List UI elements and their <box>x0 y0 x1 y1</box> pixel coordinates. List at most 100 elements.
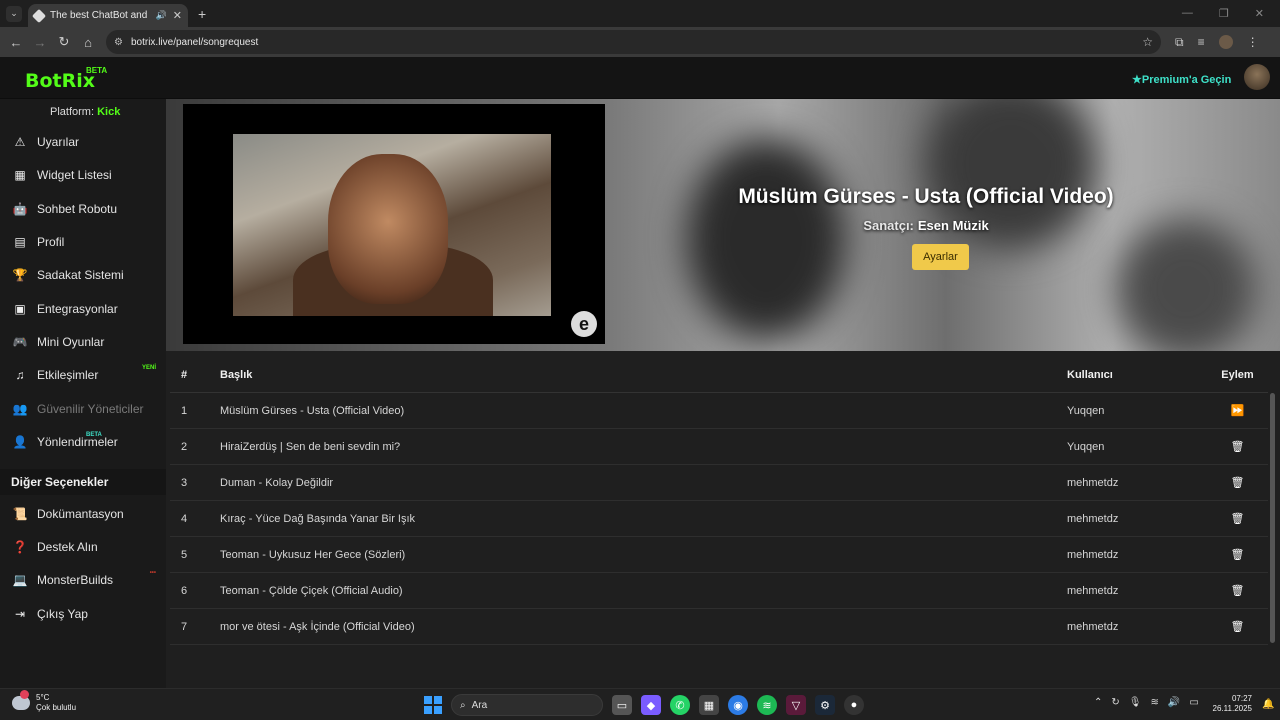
browser-menu-icon[interactable]: ⋮ <box>1247 35 1259 49</box>
windows-start-icon[interactable] <box>424 696 442 714</box>
speaker-icon[interactable]: 🔊 <box>156 10 167 21</box>
main-content: e Müslüm Gürses - Usta (Official Video) … <box>166 99 1280 688</box>
sidebar-item-support[interactable]: ❓ Destek Alın <box>0 533 166 561</box>
table-row: 3 Duman - Kolay Değildir mehmetdz 🗑 <box>170 465 1268 501</box>
store-icon[interactable]: ▦ <box>699 695 719 715</box>
sidebar-item-loyalty[interactable]: 🏆 Sadakat Sistemi <box>0 261 166 289</box>
row-user: mehmetdz <box>1067 476 1119 489</box>
robot-icon: 🤖 <box>12 202 28 216</box>
star-icon: ★ <box>1132 74 1142 86</box>
video-player[interactable]: e <box>183 104 605 344</box>
table-header: # Başlık Kullanıcı Eylem <box>170 358 1268 393</box>
microphone-icon[interactable]: 🎙 <box>1129 697 1142 708</box>
chrome-icon[interactable]: ◉ <box>728 695 748 715</box>
row-user: mehmetdz <box>1067 620 1119 633</box>
address-bar[interactable]: ⚙ botrix.live/panel/songrequest ☆ <box>106 30 1161 54</box>
sidebar-item-label: Dokümantasyon <box>37 507 124 521</box>
sidebar-item-logout[interactable]: ⇥ Çıkış Yap <box>0 600 166 628</box>
users-icon: 👥 <box>12 402 28 416</box>
trash-icon[interactable]: 🗑 <box>1231 549 1245 561</box>
extensions-icon[interactable]: ⧉ <box>1175 35 1184 50</box>
sidebar-item-interactions[interactable]: ♫ Etkileşimler YENİ <box>0 361 166 389</box>
sidebar-item-chatbot[interactable]: 🤖 Sohbet Robotu <box>0 195 166 223</box>
discord-icon[interactable]: ● <box>844 695 864 715</box>
user-group-icon: 👤 <box>12 435 28 449</box>
site-favicon-icon <box>31 8 47 23</box>
row-num: 5 <box>181 548 188 561</box>
scroll-icon: 📜 <box>12 507 28 521</box>
restore-icon[interactable]: ❐ <box>1219 7 1229 20</box>
trash-icon[interactable]: 🗑 <box>1231 513 1245 525</box>
sidebar-item-widgets[interactable]: ▦ Widget Listesi <box>0 161 166 189</box>
row-title: Duman - Kolay Değildir <box>220 476 334 489</box>
media-controls-icon[interactable]: ≡ <box>1198 35 1205 49</box>
tab-search-button[interactable]: ⌄ <box>6 5 22 22</box>
sidebar-item-label: Mini Oyunlar <box>37 335 105 349</box>
task-view-icon[interactable]: ▭ <box>612 695 632 715</box>
sidebar-item-redirects[interactable]: 👤 Yönlendirmeler BETA <box>0 428 166 456</box>
row-user: Yuqqen <box>1067 404 1105 417</box>
steam-icon[interactable]: ⚙ <box>815 695 835 715</box>
sidebar-item-minigames[interactable]: 🎮 Mini Oyunlar <box>0 328 166 356</box>
row-user: mehmetdz <box>1067 548 1119 561</box>
botrix-logo[interactable]: BotRix <box>25 70 95 92</box>
whatsapp-icon[interactable]: ✆ <box>670 695 690 715</box>
os-taskbar: 5°C Çok bulutlu ⌕ Ara ▭ ◆ ✆ ▦ ◉ ≋ ▽ ⚙ ● ⌃ … <box>0 688 1280 720</box>
col-header-num: # <box>181 369 188 381</box>
sidebar-item-label: Uyarılar <box>37 135 80 149</box>
taskbar-search[interactable]: ⌕ Ara <box>451 694 603 716</box>
browser-tab-active[interactable]: The best ChatBot and Widg 🔊 ✕ <box>28 4 188 27</box>
trash-icon[interactable]: 🗑 <box>1231 585 1245 597</box>
sidebar-item-label: Güvenilir Yöneticiler <box>37 402 144 416</box>
table-row: 1 Müslüm Gürses - Usta (Official Video) … <box>170 393 1268 429</box>
taskbar-clock[interactable]: 07:27 26.11.2025 <box>1212 694 1252 714</box>
copilot-icon[interactable]: ◆ <box>641 695 661 715</box>
table-row: 2 HiraiZerdüş | Sen de beni sevdin mi? Y… <box>170 429 1268 465</box>
weather-widget[interactable]: 5°C Çok bulutlu <box>12 690 76 713</box>
gamepad-icon: 🎮 <box>12 335 28 349</box>
code-editor-icon[interactable]: ▽ <box>786 695 806 715</box>
profile-avatar[interactable] <box>1218 35 1233 49</box>
trash-icon[interactable]: 🗑 <box>1231 621 1245 633</box>
row-title: Müslüm Gürses - Usta (Official Video) <box>220 404 405 417</box>
channel-watermark-icon: e <box>571 311 597 337</box>
close-tab-icon[interactable]: ✕ <box>173 9 182 22</box>
back-icon[interactable]: ← <box>4 35 28 50</box>
trash-icon[interactable]: 🗑 <box>1231 441 1245 453</box>
id-card-icon: ▤ <box>14 235 26 249</box>
user-avatar[interactable] <box>1244 64 1270 90</box>
wifi-icon[interactable]: ≋ <box>1150 697 1158 708</box>
row-num: 4 <box>181 512 188 525</box>
premium-link[interactable]: ★Premium'a Geçin <box>1132 73 1231 86</box>
minimize-icon[interactable]: — <box>1182 7 1193 20</box>
close-window-icon[interactable]: ✕ <box>1255 7 1264 20</box>
new-tab-button[interactable]: + <box>198 6 206 22</box>
table-scrollbar[interactable] <box>1270 393 1275 643</box>
chevron-up-icon[interactable]: ⌃ <box>1094 697 1102 708</box>
sidebar-item-alerts[interactable]: ⚠ Uyarılar <box>0 128 166 156</box>
artist-value: Esen Müzik <box>917 218 989 233</box>
reload-icon[interactable]: ↻ <box>52 34 76 50</box>
sidebar-item-monsterbuilds[interactable]: 💻 MonsterBuilds ••• <box>0 566 166 594</box>
table-row: 4 Kıraç - Yüce Dağ Başında Yanar Bir Işı… <box>170 501 1268 537</box>
forward-icon[interactable]: → <box>28 35 52 50</box>
table-row: 7 mor ve ötesi - Aşk İçinde (Official Vi… <box>170 609 1268 645</box>
skip-icon[interactable]: ⏩ <box>1231 405 1245 417</box>
home-icon[interactable]: ⌂ <box>76 35 100 50</box>
site-info-icon[interactable]: ⚙ <box>114 37 123 48</box>
plug-icon: ▣ <box>14 302 26 316</box>
sync-icon[interactable]: ↻ <box>1111 697 1119 708</box>
trash-icon[interactable]: 🗑 <box>1231 477 1245 489</box>
sidebar-item-integrations[interactable]: ▣ Entegrasyonlar <box>0 295 166 323</box>
system-tray: ⌃ ↻ 🎙 ≋ 🔊 ▭ <box>1094 697 1199 708</box>
bookmark-star-icon[interactable]: ☆ <box>1142 35 1153 49</box>
sidebar-item-docs[interactable]: 📜 Dokümantasyon <box>0 500 166 528</box>
settings-button[interactable]: Ayarlar <box>912 244 969 270</box>
battery-icon[interactable]: ▭ <box>1189 697 1198 708</box>
sidebar-item-trusted-mods[interactable]: 👥 Güvenilir Yöneticiler <box>0 395 166 423</box>
volume-icon[interactable]: 🔊 <box>1168 697 1180 708</box>
notification-bell-icon[interactable]: 🔔 <box>1262 699 1274 710</box>
sidebar-item-profile[interactable]: ▤ Profil <box>0 228 166 256</box>
spotify-icon[interactable]: ≋ <box>757 695 777 715</box>
question-icon: ❓ <box>12 540 28 554</box>
